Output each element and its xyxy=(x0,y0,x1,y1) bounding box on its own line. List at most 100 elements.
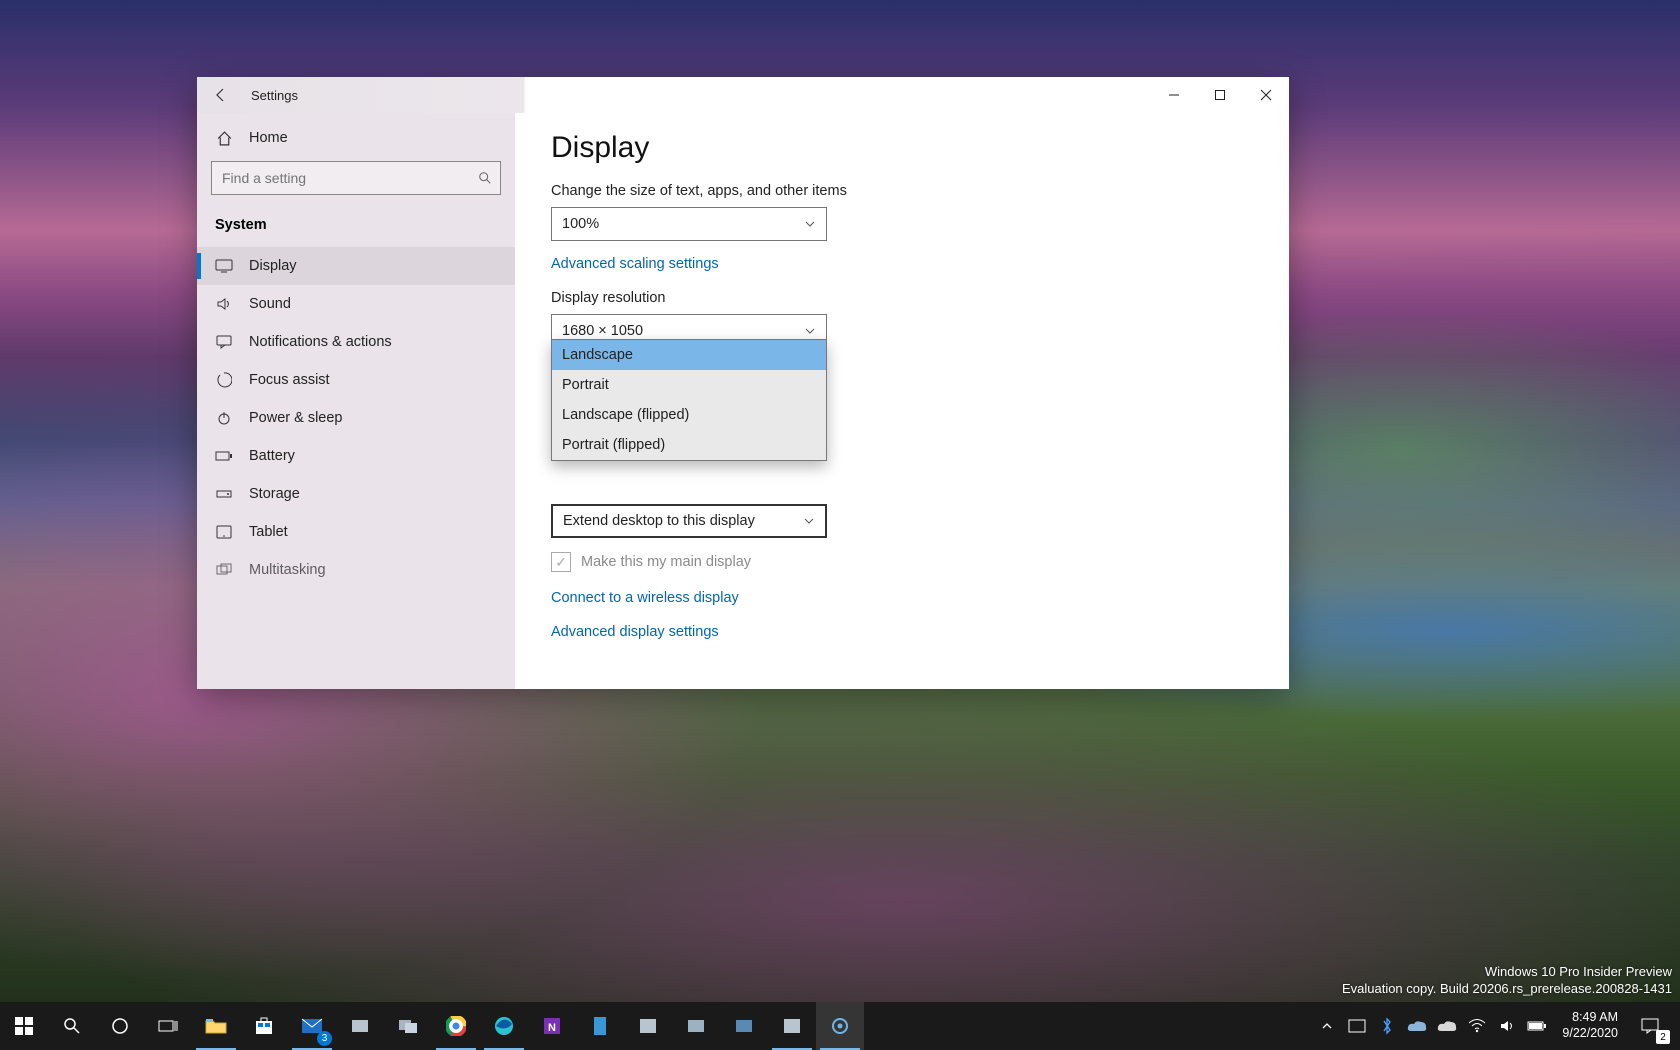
taskbar-app-file-explorer[interactable] xyxy=(192,1002,240,1050)
sidebar-item-multitasking[interactable]: Multitasking xyxy=(197,551,515,589)
maximize-button[interactable] xyxy=(1197,77,1243,113)
mail-badge: 3 xyxy=(317,1031,332,1046)
svg-text:N: N xyxy=(548,1022,556,1034)
sidebar-item-storage[interactable]: Storage xyxy=(197,475,515,513)
sidebar-section-label: System xyxy=(197,207,515,247)
tablet-icon xyxy=(215,523,233,541)
checkbox-icon: ✓ xyxy=(551,552,571,572)
sidebar-item-label: Notifications & actions xyxy=(249,334,392,350)
chevron-down-icon xyxy=(803,515,815,527)
chevron-down-icon xyxy=(804,218,816,230)
wireless-display-link[interactable]: Connect to a wireless display xyxy=(551,590,1253,606)
taskbar-app-generic-2[interactable] xyxy=(384,1002,432,1050)
task-view-button[interactable] xyxy=(144,1002,192,1050)
home-icon xyxy=(215,129,233,147)
sidebar-item-label: Focus assist xyxy=(249,372,330,388)
sidebar-item-display[interactable]: Display xyxy=(197,247,515,285)
minimize-button[interactable] xyxy=(1151,77,1197,113)
sidebar-home-label: Home xyxy=(249,130,288,146)
tray-wifi-icon[interactable] xyxy=(1462,1002,1492,1050)
multiple-displays-dropdown[interactable]: Extend desktop to this display xyxy=(551,504,827,538)
sidebar-item-label: Storage xyxy=(249,486,300,502)
taskbar-app-settings[interactable] xyxy=(816,1002,864,1050)
taskbar-app-generic-6[interactable] xyxy=(720,1002,768,1050)
clock-time: 8:49 AM xyxy=(1562,1010,1618,1026)
advanced-scaling-link[interactable]: Advanced scaling settings xyxy=(551,256,719,272)
storage-icon xyxy=(215,485,233,503)
scale-label: Change the size of text, apps, and other… xyxy=(551,183,1253,199)
window-titlebar: Settings xyxy=(197,77,1289,113)
taskbar-clock[interactable]: 8:49 AM 9/22/2020 xyxy=(1552,1010,1628,1041)
sidebar-item-label: Battery xyxy=(249,448,295,464)
advanced-display-link[interactable]: Advanced display settings xyxy=(551,624,1253,640)
sidebar-item-label: Multitasking xyxy=(249,562,326,578)
start-button[interactable] xyxy=(0,1002,48,1050)
resolution-label: Display resolution xyxy=(551,290,1253,306)
notifications-icon xyxy=(215,333,233,351)
tray-onedrive-icon[interactable] xyxy=(1402,1002,1432,1050)
search-input[interactable] xyxy=(222,170,478,186)
tray-bluetooth-icon[interactable] xyxy=(1372,1002,1402,1050)
sidebar-item-label: Power & sleep xyxy=(249,410,343,426)
taskbar-app-edge[interactable] xyxy=(480,1002,528,1050)
search-button[interactable] xyxy=(48,1002,96,1050)
sidebar-item-power-sleep[interactable]: Power & sleep xyxy=(197,399,515,437)
sidebar-item-notifications[interactable]: Notifications & actions xyxy=(197,323,515,361)
back-button[interactable] xyxy=(197,77,245,113)
display-icon xyxy=(215,257,233,275)
main-display-label: Make this my main display xyxy=(581,554,751,570)
multiple-displays-value: Extend desktop to this display xyxy=(563,513,755,529)
notification-badge: 2 xyxy=(1656,1030,1670,1044)
cortana-button[interactable] xyxy=(96,1002,144,1050)
settings-content: Display Change the size of text, apps, a… xyxy=(515,113,1289,689)
scale-value: 100% xyxy=(562,216,599,232)
sidebar-home[interactable]: Home xyxy=(197,123,515,161)
sidebar-item-label: Display xyxy=(249,258,297,274)
battery-icon xyxy=(215,447,233,465)
taskbar-app-chrome[interactable] xyxy=(432,1002,480,1050)
close-button[interactable] xyxy=(1243,77,1289,113)
tray-overflow-button[interactable] xyxy=(1312,1002,1342,1050)
taskbar: 3 N 8:49 AM 9/22/2020 xyxy=(0,1002,1680,1050)
taskbar-app-generic-5[interactable] xyxy=(672,1002,720,1050)
power-icon xyxy=(215,409,233,427)
taskbar-app-generic-3[interactable] xyxy=(576,1002,624,1050)
taskbar-app-generic-4[interactable] xyxy=(624,1002,672,1050)
taskbar-app-mail[interactable]: 3 xyxy=(288,1002,336,1050)
focus-assist-icon xyxy=(215,371,233,389)
sound-icon xyxy=(215,295,233,313)
taskbar-app-generic-1[interactable] xyxy=(336,1002,384,1050)
search-input-wrap[interactable] xyxy=(211,161,501,195)
sidebar-item-battery[interactable]: Battery xyxy=(197,437,515,475)
sidebar-item-focus-assist[interactable]: Focus assist xyxy=(197,361,515,399)
taskbar-app-onenote[interactable]: N xyxy=(528,1002,576,1050)
tray-onedrive-icon-2[interactable] xyxy=(1432,1002,1462,1050)
sidebar-item-sound[interactable]: Sound xyxy=(197,285,515,323)
desktop-watermark: Windows 10 Pro Insider Preview Evaluatio… xyxy=(1342,963,1672,998)
settings-window: Settings Home xyxy=(197,77,1289,689)
taskbar-app-store[interactable] xyxy=(240,1002,288,1050)
orientation-option-landscape-flipped[interactable]: Landscape (flipped) xyxy=(552,400,826,430)
sidebar-item-label: Sound xyxy=(249,296,291,312)
page-heading: Display xyxy=(551,131,1253,165)
orientation-dropdown-open[interactable]: Landscape Portrait Landscape (flipped) P… xyxy=(551,339,827,461)
window-title: Settings xyxy=(251,88,298,103)
clock-date: 9/22/2020 xyxy=(1562,1026,1618,1042)
action-center-button[interactable]: 2 xyxy=(1628,1002,1672,1050)
tray-battery-icon[interactable] xyxy=(1522,1002,1552,1050)
sidebar-item-label: Tablet xyxy=(249,524,288,540)
multitasking-icon xyxy=(215,561,233,579)
tray-input-indicator[interactable] xyxy=(1342,1002,1372,1050)
orientation-option-portrait[interactable]: Portrait xyxy=(552,370,826,400)
main-display-checkbox[interactable]: ✓ Make this my main display xyxy=(551,552,1253,572)
tray-volume-icon[interactable] xyxy=(1492,1002,1522,1050)
taskbar-app-generic-7[interactable] xyxy=(768,1002,816,1050)
orientation-option-landscape[interactable]: Landscape xyxy=(552,340,826,370)
settings-sidebar: Home System Display Sound xyxy=(197,113,515,689)
resolution-value: 1680 × 1050 xyxy=(562,323,643,339)
chevron-down-icon xyxy=(804,325,816,337)
search-icon xyxy=(478,171,492,185)
orientation-option-portrait-flipped[interactable]: Portrait (flipped) xyxy=(552,430,826,460)
sidebar-item-tablet[interactable]: Tablet xyxy=(197,513,515,551)
scale-dropdown[interactable]: 100% xyxy=(551,207,827,241)
